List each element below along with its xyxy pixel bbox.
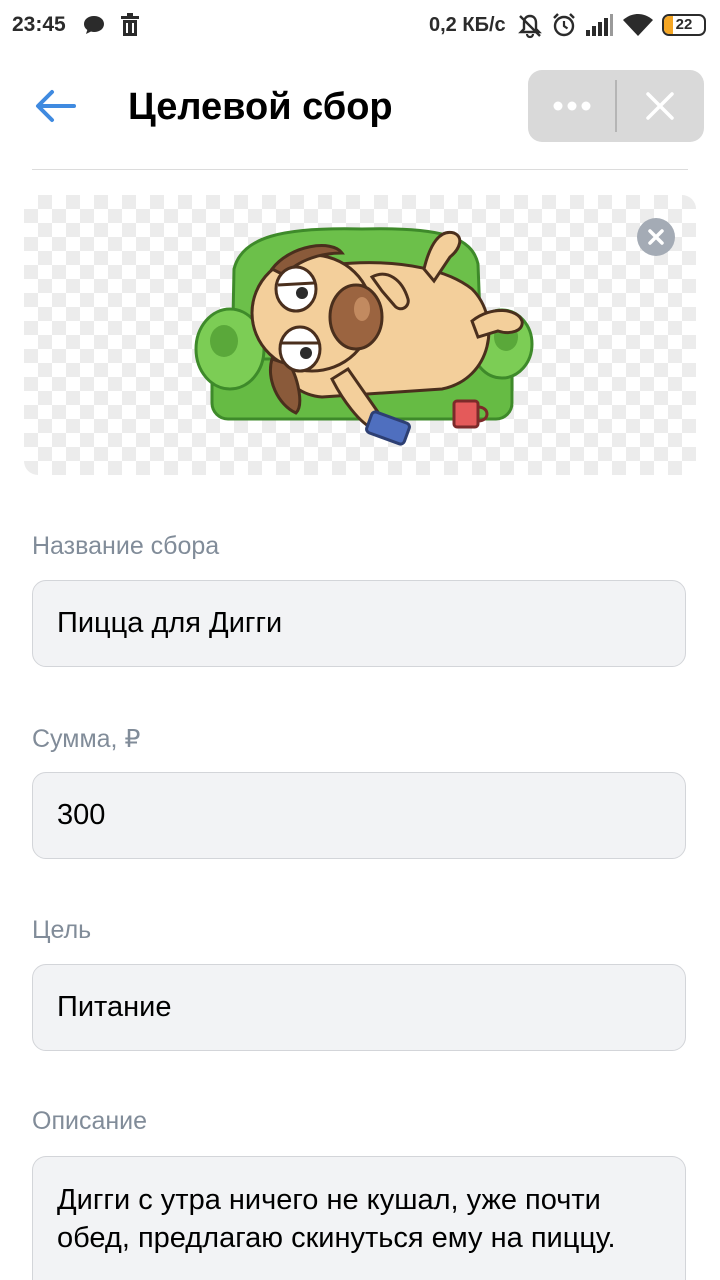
battery-icon: 22 [662,14,706,36]
arrow-left-icon[interactable] [30,84,80,128]
alarm-icon [553,13,575,37]
goal-label: Цель [32,916,92,944]
name-input[interactable]: Пицца для Дигги [32,580,686,667]
description-label: Описание [32,1107,148,1135]
header: Целевой сбор [0,52,720,170]
trash-icon [121,13,139,36]
dog-on-couch-sticker [194,227,534,446]
goal-select[interactable]: Питание [32,964,686,1051]
name-input-value: Пицца для Дигги [57,607,283,639]
cover-image[interactable] [24,195,696,475]
network-speed: 0,2 КБ/с [429,14,506,36]
close-icon [646,92,674,120]
mute-icon [518,14,542,39]
signal-icon [586,14,613,36]
close-button[interactable] [617,70,704,142]
amount-input[interactable]: 300 [32,772,686,859]
status-bar: 23:45 0,2 КБ/с 22 [0,0,720,52]
status-time: 23:45 [12,13,66,36]
more-button[interactable] [528,70,616,142]
name-label: Название сбора [32,532,220,560]
chat-icon [84,16,104,34]
page-title: Целевой сбор [128,86,393,128]
description-textarea[interactable]: Дигги с утра ничего не кушал, уже почти … [32,1156,686,1280]
app-capsule [528,70,704,142]
description-textarea-value: Дигги с утра ничего не кушал, уже почти … [57,1184,616,1254]
amount-input-value: 300 [57,799,106,831]
goal-select-value: Питание [57,991,172,1023]
wifi-icon [623,14,653,36]
header-divider [32,169,688,170]
amount-label: Сумма, ₽ [32,725,141,753]
close-circle-icon[interactable] [636,217,676,257]
battery-level: 22 [675,16,693,33]
ellipsis-icon [553,101,591,111]
